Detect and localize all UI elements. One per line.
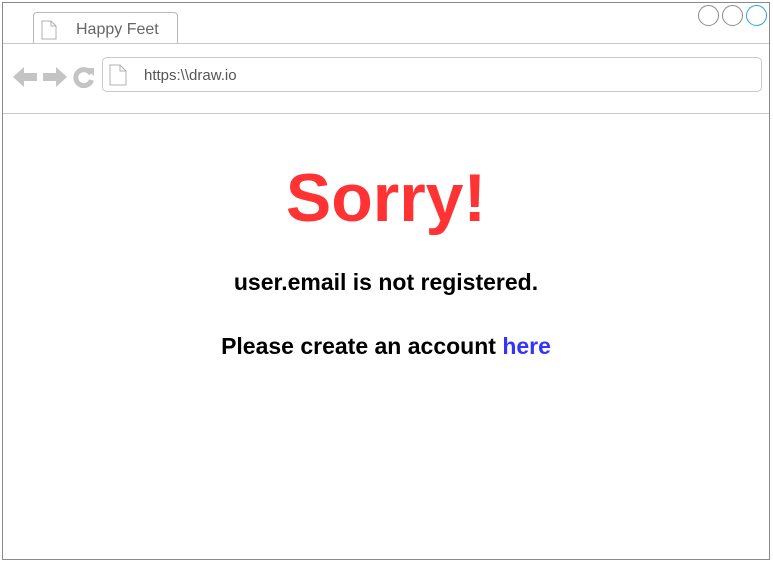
minimize-icon[interactable] [698, 5, 719, 26]
create-account-text: Please create an account [221, 333, 503, 359]
navigation-bar: https:\\draw.io [3, 44, 769, 114]
page-icon [109, 64, 127, 91]
reload-icon[interactable] [73, 66, 95, 93]
url-text[interactable]: https:\\draw.io [144, 67, 237, 84]
arrow-left-icon[interactable] [12, 66, 38, 93]
browser-window: Happy Feet https:\\draw.io Sorry! user.e… [2, 2, 770, 560]
close-icon[interactable] [746, 5, 767, 26]
maximize-icon[interactable] [722, 5, 743, 26]
arrow-right-icon[interactable] [42, 66, 68, 93]
create-account-link[interactable]: here [502, 333, 551, 359]
error-message: user.email is not registered. [233, 269, 539, 295]
tab-bar: Happy Feet [3, 3, 769, 44]
create-account-prompt: Please create an account here [3, 333, 769, 360]
address-bar[interactable]: https:\\draw.io [102, 57, 762, 92]
page-content: Sorry! user.email is not registered. Ple… [3, 114, 769, 559]
tab-title: Happy Feet [76, 21, 159, 38]
browser-tab[interactable]: Happy Feet [33, 12, 178, 43]
error-heading: Sorry! [285, 160, 487, 236]
page-icon [41, 20, 57, 45]
